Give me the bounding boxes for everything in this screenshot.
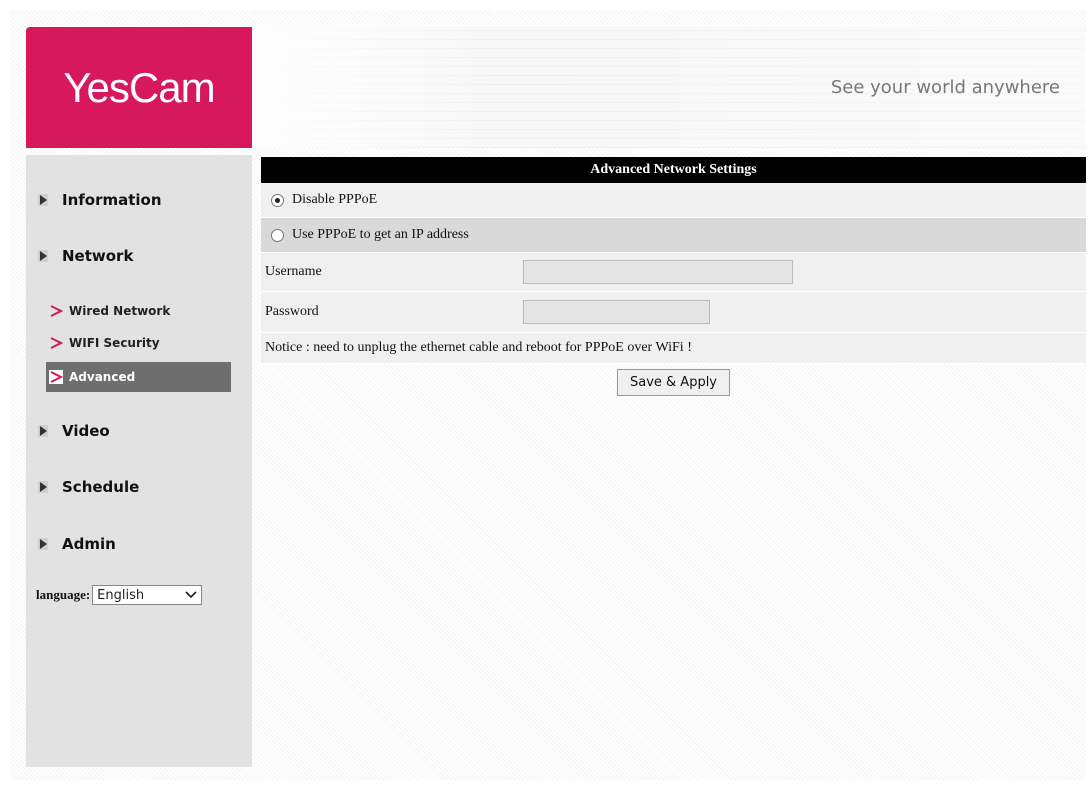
yescam-logo: YesCam xyxy=(26,27,252,148)
username-input[interactable] xyxy=(523,260,793,284)
chevron-down-icon xyxy=(185,588,197,603)
logo-text: YesCam xyxy=(63,63,215,111)
use-pppoe-radio[interactable] xyxy=(271,228,284,242)
sidebar-item-video[interactable]: Video xyxy=(38,422,110,440)
triangle-right-icon xyxy=(38,425,48,437)
sidebar-item-information[interactable]: Information xyxy=(38,191,162,209)
password-row: Password xyxy=(261,292,1086,333)
option-label: Disable PPPoE xyxy=(292,192,378,207)
tagline: See your world anywhere xyxy=(830,77,1060,98)
chevron-right-icon xyxy=(49,336,63,350)
page-title: Advanced Network Settings xyxy=(261,157,1086,183)
sidebar: Information Network Wired Network WIFI S… xyxy=(26,155,252,767)
language-select[interactable]: English xyxy=(92,585,203,605)
save-apply-button[interactable]: Save & Apply xyxy=(616,369,730,396)
password-label: Password xyxy=(265,304,319,319)
header-banner: See your world anywhere xyxy=(252,27,1086,148)
sidebar-subitem-label: Advanced xyxy=(69,370,136,384)
option-label: Use PPPoE to get an IP address xyxy=(292,227,469,242)
notice-row: Notice : need to unplug the ethernet cab… xyxy=(261,333,1086,364)
chevron-right-icon xyxy=(49,304,63,318)
radio-selected-dot xyxy=(275,197,280,203)
sidebar-subitem-wired-network[interactable]: Wired Network xyxy=(46,296,231,326)
language-row: language: English xyxy=(36,585,203,605)
username-row: Username xyxy=(261,253,1086,292)
triangle-right-icon xyxy=(38,194,48,206)
triangle-right-icon xyxy=(38,481,48,493)
sidebar-item-admin[interactable]: Admin xyxy=(38,535,116,553)
sidebar-item-label: Network xyxy=(62,247,134,265)
sidebar-item-label: Admin xyxy=(62,535,116,553)
language-value: English xyxy=(97,587,145,603)
sidebar-subitem-label: WIFI Security xyxy=(69,336,160,350)
sidebar-item-label: Video xyxy=(62,422,110,440)
sidebar-subitem-label: Wired Network xyxy=(69,304,171,318)
password-input[interactable] xyxy=(523,300,710,324)
sidebar-subitem-wifi-security[interactable]: WIFI Security xyxy=(46,328,231,358)
sidebar-item-network[interactable]: Network xyxy=(38,247,133,265)
sidebar-item-label: Schedule xyxy=(62,478,140,496)
language-label: language: xyxy=(36,587,91,602)
main-content: Advanced Network Settings Disable PPPoE … xyxy=(261,157,1086,396)
sidebar-item-schedule[interactable]: Schedule xyxy=(38,478,139,496)
apply-wrap: Save & Apply xyxy=(261,369,1086,396)
sidebar-subitem-advanced[interactable]: Advanced xyxy=(46,362,231,392)
username-label: Username xyxy=(265,264,322,279)
sidebar-item-label: Information xyxy=(62,191,162,209)
triangle-right-icon xyxy=(38,250,48,262)
chevron-right-icon xyxy=(49,370,63,384)
notice-text: Notice : need to unplug the ethernet cab… xyxy=(265,340,692,355)
triangle-right-icon xyxy=(38,538,48,550)
option-disable-pppoe[interactable]: Disable PPPoE xyxy=(261,183,1086,218)
disable-pppoe-radio[interactable] xyxy=(271,193,284,207)
option-use-pppoe[interactable]: Use PPPoE to get an IP address xyxy=(261,218,1086,253)
